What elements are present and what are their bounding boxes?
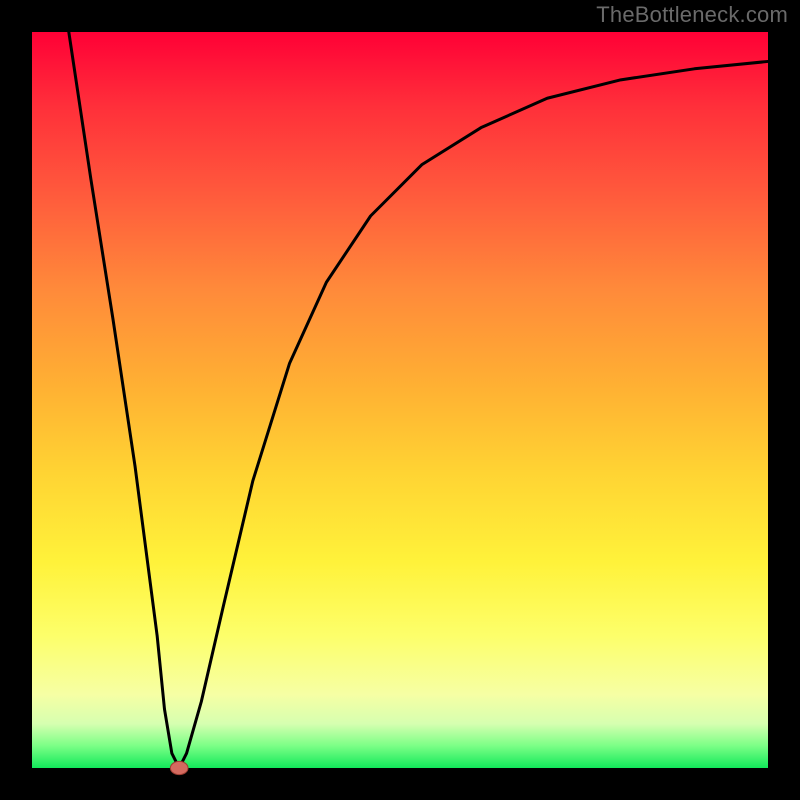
chart-frame: TheBottleneck.com [0,0,800,800]
minimum-point-marker [170,761,188,774]
curve-layer [32,32,768,768]
bottleneck-curve [69,32,768,768]
watermark-text: TheBottleneck.com [596,2,788,28]
